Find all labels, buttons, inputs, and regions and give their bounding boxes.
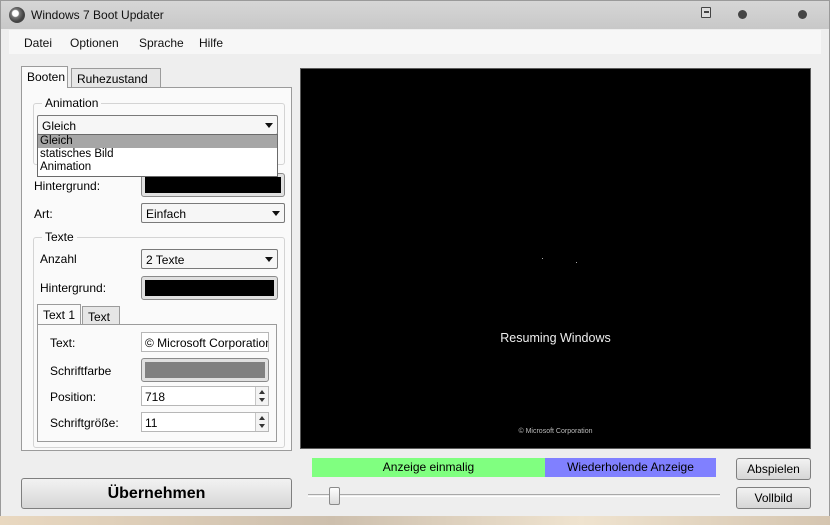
text-input-value: © Microsoft Corporation [145, 336, 269, 350]
schriftgroesse-stepper[interactable]: 11 [141, 412, 269, 432]
tab-booten[interactable]: Booten [21, 66, 68, 88]
desktop-background-strip [0, 516, 830, 525]
animation-select[interactable]: Gleich [37, 115, 278, 135]
tab-ruhezustand[interactable]: Ruhezustand [71, 68, 161, 88]
app-window: Windows 7 Boot Updater Datei Optionen Sp… [0, 0, 830, 525]
animation-option-statisches-bild[interactable]: statisches Bild [38, 148, 277, 161]
preview-main-text: Resuming Windows [500, 331, 611, 345]
animation-dropdown-list: Gleich statisches Bild Animation [37, 134, 278, 177]
art-select-value: Einfach [146, 207, 187, 221]
hintergrund-label: Hintergrund: [34, 179, 101, 193]
timeline-slider-thumb[interactable] [329, 487, 340, 505]
loading-dot [576, 262, 577, 263]
menu-optionen[interactable]: Optionen [70, 36, 119, 50]
schriftgroesse-value: 11 [145, 416, 158, 430]
anzahl-label: Anzahl [40, 252, 77, 266]
title-bar: Windows 7 Boot Updater [1, 1, 829, 29]
schriftgroesse-spin-buttons[interactable] [255, 413, 268, 431]
spin-down-icon[interactable] [259, 424, 265, 428]
tab-text-2[interactable]: Text 2 [82, 306, 120, 338]
restore-icon[interactable] [701, 7, 711, 18]
animation-select-value: Gleich [42, 119, 77, 133]
play-button[interactable]: Abspielen [736, 458, 811, 480]
display-repeat-segment[interactable]: Wiederholende Anzeige [545, 458, 716, 477]
menu-datei[interactable]: Datei [24, 36, 52, 50]
animation-group-title: Animation [42, 96, 102, 110]
position-spin-buttons[interactable] [255, 387, 268, 405]
spin-up-icon[interactable] [259, 390, 265, 394]
app-logo-icon [9, 7, 25, 23]
texte-hintergrund-color-swatch [145, 280, 274, 296]
texte-group-title: Texte [42, 230, 77, 244]
menu-sprache[interactable]: Sprache [139, 36, 184, 50]
tab-text-1[interactable]: Text 1 [37, 304, 81, 324]
schriftgroesse-label: Schriftgröße: [50, 416, 119, 430]
chevron-down-icon [265, 257, 273, 262]
timeline-slider-track[interactable] [308, 494, 720, 497]
position-value: 718 [145, 390, 166, 404]
schriftfarbe-color-swatch [145, 362, 265, 378]
window-title: Windows 7 Boot Updater [31, 8, 164, 22]
hintergrund-color-swatch [145, 177, 281, 193]
spin-down-icon[interactable] [259, 398, 265, 402]
minimize-button[interactable] [738, 10, 747, 19]
anzahl-select-value: 2 Texte [146, 253, 185, 267]
schriftfarbe-color-button[interactable] [141, 358, 269, 382]
art-label: Art: [34, 207, 53, 221]
chevron-down-icon [272, 211, 280, 216]
text-input[interactable]: © Microsoft Corporation [141, 332, 269, 352]
texte-hintergrund-label: Hintergrund: [40, 281, 107, 295]
loading-dot [542, 258, 543, 259]
close-button[interactable] [798, 10, 807, 19]
anzahl-select[interactable]: 2 Texte [141, 249, 278, 269]
animation-option-animation[interactable]: Animation [38, 161, 277, 174]
spin-up-icon[interactable] [259, 416, 265, 420]
boot-preview: Resuming Windows © Microsoft Corporation [300, 68, 811, 449]
chevron-down-icon [265, 123, 273, 128]
text-label: Text: [50, 336, 76, 350]
display-mode-bar: Anzeige einmalig Wiederholende Anzeige [312, 458, 716, 477]
position-label: Position: [50, 390, 97, 404]
display-once-segment[interactable]: Anzeige einmalig [312, 458, 545, 477]
preview-copyright-text: © Microsoft Corporation [518, 428, 593, 435]
art-select[interactable]: Einfach [141, 203, 285, 223]
animation-option-gleich[interactable]: Gleich [38, 135, 277, 148]
fullscreen-button[interactable]: Vollbild [736, 487, 811, 509]
menu-hilfe[interactable]: Hilfe [199, 36, 223, 50]
apply-button[interactable]: Übernehmen [21, 478, 292, 509]
texte-hintergrund-color-button[interactable] [141, 276, 278, 300]
schriftfarbe-label: Schriftfarbe [50, 364, 112, 378]
position-stepper[interactable]: 718 [141, 386, 269, 406]
menu-bar: Datei Optionen Sprache Hilfe [9, 30, 821, 54]
